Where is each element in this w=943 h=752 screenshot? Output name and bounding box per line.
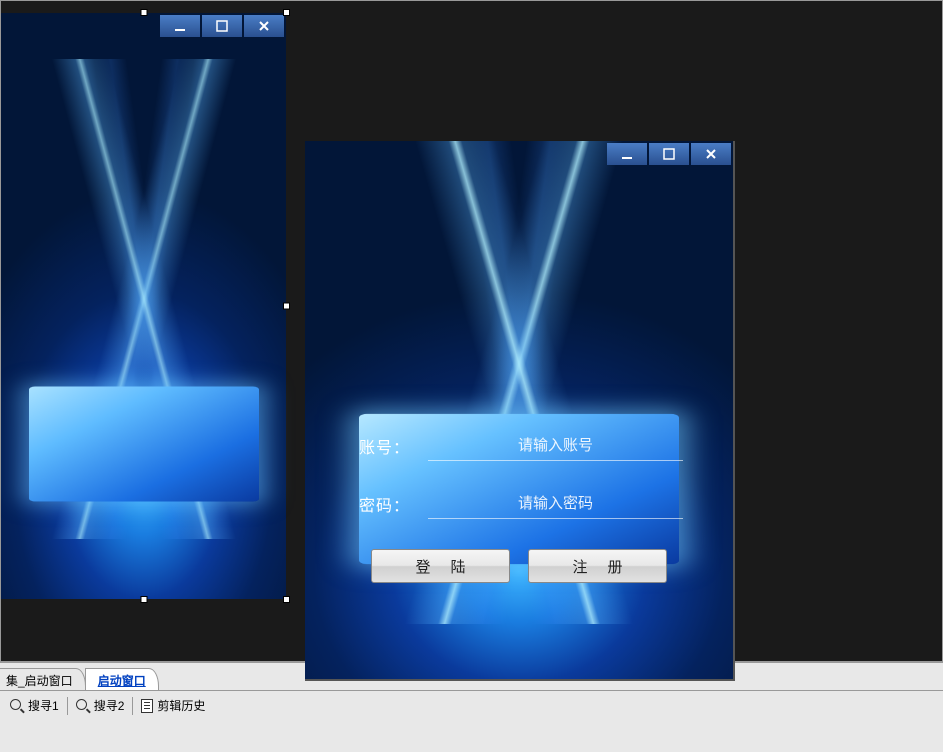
ide-frame: 账号： 密码： 登陆 注册 集_启动窗口 启动窗 <box>0 0 943 752</box>
resize-handle-top-right[interactable] <box>283 9 290 16</box>
document-icon <box>141 699 153 713</box>
account-label: 账号： <box>355 434 410 458</box>
close-icon <box>258 20 270 32</box>
tab-startup-window[interactable]: 启动窗口 <box>85 668 159 690</box>
search2-button[interactable]: 搜寻2 <box>70 695 131 716</box>
minimize-button[interactable] <box>607 143 647 165</box>
search-icon <box>76 699 90 713</box>
clipboard-history-button[interactable]: 剪辑历史 <box>135 695 211 716</box>
separator <box>132 697 133 715</box>
resize-handle-bottom[interactable] <box>140 596 147 603</box>
runtime-titlebar <box>605 141 733 169</box>
maximize-button[interactable] <box>649 143 689 165</box>
design-canvas: 账号： 密码： 登陆 注册 <box>0 0 943 662</box>
search1-label: 搜寻1 <box>28 697 59 714</box>
minimize-icon <box>621 148 633 160</box>
close-icon <box>705 148 717 160</box>
account-input[interactable] <box>428 431 683 461</box>
password-input[interactable] <box>428 489 683 519</box>
close-button[interactable] <box>691 143 731 165</box>
resize-handle-bottom-right[interactable] <box>283 596 290 603</box>
minimize-button[interactable] <box>160 15 200 37</box>
password-label: 密码： <box>355 492 410 516</box>
register-button[interactable]: 注册 <box>528 549 667 583</box>
maximize-icon <box>216 20 228 32</box>
clipboard-history-label: 剪辑历史 <box>157 697 205 714</box>
close-button[interactable] <box>244 15 284 37</box>
minimize-icon <box>174 20 186 32</box>
button-row: 登陆 注册 <box>355 549 683 583</box>
resize-handle-right[interactable] <box>283 303 290 310</box>
design-titlebar <box>158 13 286 41</box>
tab-collection-startup-window[interactable]: 集_启动窗口 <box>0 668 86 690</box>
login-button[interactable]: 登陆 <box>371 549 510 583</box>
search-icon <box>10 699 24 713</box>
status-bar: 搜寻1 搜寻2 剪辑历史 <box>0 690 943 720</box>
account-row: 账号： <box>355 431 683 461</box>
resize-handle-top[interactable] <box>140 9 147 16</box>
design-window[interactable] <box>1 13 286 599</box>
password-row: 密码： <box>355 489 683 519</box>
login-form: 账号： 密码： 登陆 注册 <box>355 431 683 583</box>
maximize-icon <box>663 148 675 160</box>
search2-label: 搜寻2 <box>94 697 125 714</box>
runtime-window[interactable]: 账号： 密码： 登陆 注册 <box>305 141 735 681</box>
search1-button[interactable]: 搜寻1 <box>4 695 65 716</box>
maximize-button[interactable] <box>202 15 242 37</box>
separator <box>67 697 68 715</box>
